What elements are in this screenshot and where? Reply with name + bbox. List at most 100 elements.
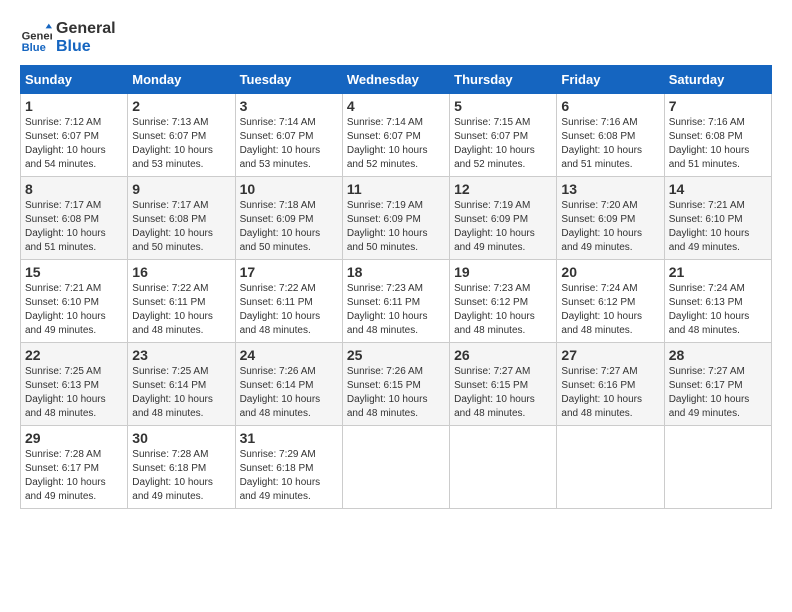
- day-info: Sunrise: 7:13 AM Sunset: 6:07 PM Dayligh…: [132, 116, 230, 172]
- day-info: Sunrise: 7:23 AM Sunset: 6:12 PM Dayligh…: [454, 282, 552, 338]
- day-info: Sunrise: 7:27 AM Sunset: 6:15 PM Dayligh…: [454, 365, 552, 421]
- calendar-day-7: 7 Sunrise: 7:16 AM Sunset: 6:08 PM Dayli…: [664, 94, 771, 177]
- day-info: Sunrise: 7:20 AM Sunset: 6:09 PM Dayligh…: [561, 199, 659, 255]
- calendar-day-16: 16 Sunrise: 7:22 AM Sunset: 6:11 PM Dayl…: [128, 260, 235, 343]
- day-number: 5: [454, 98, 552, 114]
- day-number: 4: [347, 98, 445, 114]
- day-number: 23: [132, 347, 230, 363]
- calendar-day-30: 30 Sunrise: 7:28 AM Sunset: 6:18 PM Dayl…: [128, 426, 235, 509]
- calendar-day-29: 29 Sunrise: 7:28 AM Sunset: 6:17 PM Dayl…: [21, 426, 128, 509]
- day-info: Sunrise: 7:23 AM Sunset: 6:11 PM Dayligh…: [347, 282, 445, 338]
- logo-icon: General Blue: [20, 22, 52, 54]
- calendar-day-27: 27 Sunrise: 7:27 AM Sunset: 6:16 PM Dayl…: [557, 343, 664, 426]
- header-saturday: Saturday: [664, 66, 771, 94]
- calendar-day-18: 18 Sunrise: 7:23 AM Sunset: 6:11 PM Dayl…: [342, 260, 449, 343]
- day-info: Sunrise: 7:28 AM Sunset: 6:18 PM Dayligh…: [132, 448, 230, 504]
- day-info: Sunrise: 7:14 AM Sunset: 6:07 PM Dayligh…: [240, 116, 338, 172]
- header-sunday: Sunday: [21, 66, 128, 94]
- day-number: 27: [561, 347, 659, 363]
- calendar-day-20: 20 Sunrise: 7:24 AM Sunset: 6:12 PM Dayl…: [557, 260, 664, 343]
- day-info: Sunrise: 7:12 AM Sunset: 6:07 PM Dayligh…: [25, 116, 123, 172]
- day-number: 26: [454, 347, 552, 363]
- calendar-day-4: 4 Sunrise: 7:14 AM Sunset: 6:07 PM Dayli…: [342, 94, 449, 177]
- calendar-day-22: 22 Sunrise: 7:25 AM Sunset: 6:13 PM Dayl…: [21, 343, 128, 426]
- logo: General Blue General Blue: [20, 20, 116, 55]
- header-monday: Monday: [128, 66, 235, 94]
- day-number: 22: [25, 347, 123, 363]
- header-thursday: Thursday: [450, 66, 557, 94]
- day-info: Sunrise: 7:18 AM Sunset: 6:09 PM Dayligh…: [240, 199, 338, 255]
- calendar-empty-cell: [557, 426, 664, 509]
- day-info: Sunrise: 7:21 AM Sunset: 6:10 PM Dayligh…: [669, 199, 767, 255]
- day-number: 11: [347, 181, 445, 197]
- calendar-day-5: 5 Sunrise: 7:15 AM Sunset: 6:07 PM Dayli…: [450, 94, 557, 177]
- calendar-week-row: 1 Sunrise: 7:12 AM Sunset: 6:07 PM Dayli…: [21, 94, 772, 177]
- header-friday: Friday: [557, 66, 664, 94]
- day-number: 28: [669, 347, 767, 363]
- calendar-week-row: 22 Sunrise: 7:25 AM Sunset: 6:13 PM Dayl…: [21, 343, 772, 426]
- day-number: 14: [669, 181, 767, 197]
- calendar-day-24: 24 Sunrise: 7:26 AM Sunset: 6:14 PM Dayl…: [235, 343, 342, 426]
- calendar-empty-cell: [450, 426, 557, 509]
- calendar-day-8: 8 Sunrise: 7:17 AM Sunset: 6:08 PM Dayli…: [21, 177, 128, 260]
- calendar-day-31: 31 Sunrise: 7:29 AM Sunset: 6:18 PM Dayl…: [235, 426, 342, 509]
- day-number: 18: [347, 264, 445, 280]
- calendar-day-19: 19 Sunrise: 7:23 AM Sunset: 6:12 PM Dayl…: [450, 260, 557, 343]
- day-info: Sunrise: 7:26 AM Sunset: 6:14 PM Dayligh…: [240, 365, 338, 421]
- calendar-day-25: 25 Sunrise: 7:26 AM Sunset: 6:15 PM Dayl…: [342, 343, 449, 426]
- day-number: 2: [132, 98, 230, 114]
- calendar-day-10: 10 Sunrise: 7:18 AM Sunset: 6:09 PM Dayl…: [235, 177, 342, 260]
- day-number: 17: [240, 264, 338, 280]
- calendar-week-row: 8 Sunrise: 7:17 AM Sunset: 6:08 PM Dayli…: [21, 177, 772, 260]
- calendar-empty-cell: [342, 426, 449, 509]
- calendar-day-11: 11 Sunrise: 7:19 AM Sunset: 6:09 PM Dayl…: [342, 177, 449, 260]
- day-info: Sunrise: 7:26 AM Sunset: 6:15 PM Dayligh…: [347, 365, 445, 421]
- day-info: Sunrise: 7:25 AM Sunset: 6:14 PM Dayligh…: [132, 365, 230, 421]
- logo-text-general: General: [56, 20, 116, 38]
- day-number: 21: [669, 264, 767, 280]
- day-info: Sunrise: 7:17 AM Sunset: 6:08 PM Dayligh…: [25, 199, 123, 255]
- calendar-day-17: 17 Sunrise: 7:22 AM Sunset: 6:11 PM Dayl…: [235, 260, 342, 343]
- calendar-empty-cell: [664, 426, 771, 509]
- calendar-day-23: 23 Sunrise: 7:25 AM Sunset: 6:14 PM Dayl…: [128, 343, 235, 426]
- day-info: Sunrise: 7:22 AM Sunset: 6:11 PM Dayligh…: [240, 282, 338, 338]
- day-number: 10: [240, 181, 338, 197]
- page-header: General Blue General Blue: [20, 20, 772, 55]
- day-info: Sunrise: 7:25 AM Sunset: 6:13 PM Dayligh…: [25, 365, 123, 421]
- day-info: Sunrise: 7:27 AM Sunset: 6:17 PM Dayligh…: [669, 365, 767, 421]
- calendar-day-9: 9 Sunrise: 7:17 AM Sunset: 6:08 PM Dayli…: [128, 177, 235, 260]
- day-info: Sunrise: 7:29 AM Sunset: 6:18 PM Dayligh…: [240, 448, 338, 504]
- day-number: 30: [132, 430, 230, 446]
- day-info: Sunrise: 7:28 AM Sunset: 6:17 PM Dayligh…: [25, 448, 123, 504]
- day-number: 8: [25, 181, 123, 197]
- calendar-day-26: 26 Sunrise: 7:27 AM Sunset: 6:15 PM Dayl…: [450, 343, 557, 426]
- calendar-day-15: 15 Sunrise: 7:21 AM Sunset: 6:10 PM Dayl…: [21, 260, 128, 343]
- day-info: Sunrise: 7:24 AM Sunset: 6:13 PM Dayligh…: [669, 282, 767, 338]
- calendar-day-21: 21 Sunrise: 7:24 AM Sunset: 6:13 PM Dayl…: [664, 260, 771, 343]
- calendar-day-3: 3 Sunrise: 7:14 AM Sunset: 6:07 PM Dayli…: [235, 94, 342, 177]
- calendar-day-14: 14 Sunrise: 7:21 AM Sunset: 6:10 PM Dayl…: [664, 177, 771, 260]
- day-number: 19: [454, 264, 552, 280]
- calendar-day-12: 12 Sunrise: 7:19 AM Sunset: 6:09 PM Dayl…: [450, 177, 557, 260]
- calendar-week-row: 29 Sunrise: 7:28 AM Sunset: 6:17 PM Dayl…: [21, 426, 772, 509]
- day-info: Sunrise: 7:14 AM Sunset: 6:07 PM Dayligh…: [347, 116, 445, 172]
- day-number: 7: [669, 98, 767, 114]
- day-number: 3: [240, 98, 338, 114]
- day-number: 9: [132, 181, 230, 197]
- day-number: 6: [561, 98, 659, 114]
- day-number: 1: [25, 98, 123, 114]
- header-wednesday: Wednesday: [342, 66, 449, 94]
- calendar-day-13: 13 Sunrise: 7:20 AM Sunset: 6:09 PM Dayl…: [557, 177, 664, 260]
- svg-text:General: General: [22, 30, 52, 42]
- calendar-day-6: 6 Sunrise: 7:16 AM Sunset: 6:08 PM Dayli…: [557, 94, 664, 177]
- day-info: Sunrise: 7:24 AM Sunset: 6:12 PM Dayligh…: [561, 282, 659, 338]
- day-info: Sunrise: 7:22 AM Sunset: 6:11 PM Dayligh…: [132, 282, 230, 338]
- calendar-table: SundayMondayTuesdayWednesdayThursdayFrid…: [20, 65, 772, 509]
- day-info: Sunrise: 7:16 AM Sunset: 6:08 PM Dayligh…: [561, 116, 659, 172]
- calendar-day-2: 2 Sunrise: 7:13 AM Sunset: 6:07 PM Dayli…: [128, 94, 235, 177]
- day-info: Sunrise: 7:27 AM Sunset: 6:16 PM Dayligh…: [561, 365, 659, 421]
- day-number: 20: [561, 264, 659, 280]
- day-number: 13: [561, 181, 659, 197]
- day-number: 15: [25, 264, 123, 280]
- logo-text-blue: Blue: [56, 38, 116, 56]
